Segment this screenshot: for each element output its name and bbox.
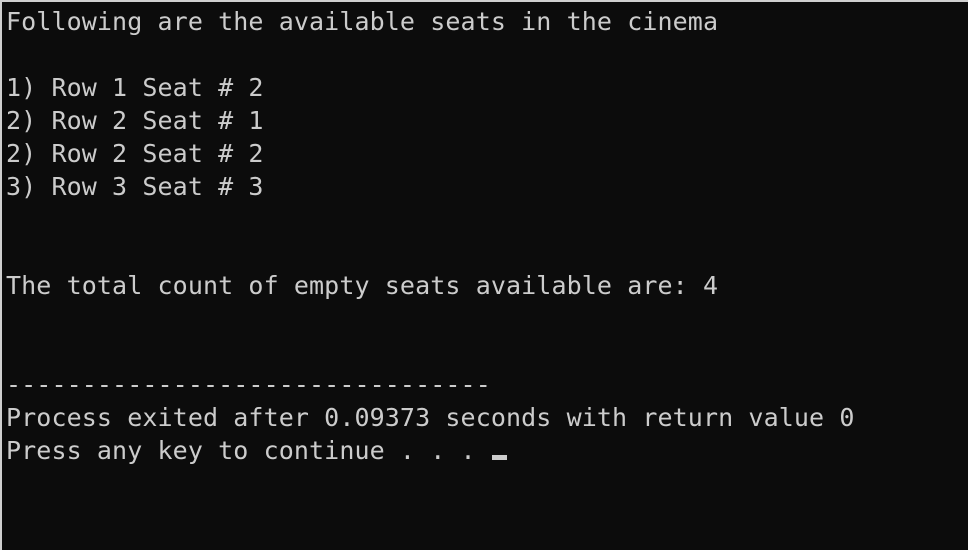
- total-count-line: The total count of empty seats available…: [6, 271, 719, 300]
- press-any-key-prompt: Press any key to continue . . .: [6, 436, 491, 465]
- seat-line: 1) Row 1 Seat # 2: [6, 73, 264, 102]
- process-exit-line: Process exited after 0.09373 seconds wit…: [6, 403, 855, 432]
- console-window[interactable]: Following are the available seats in the…: [0, 0, 968, 550]
- separator-line: --------------------------------: [6, 370, 491, 399]
- text-cursor: [491, 455, 507, 460]
- seat-line: 2) Row 2 Seat # 2: [6, 139, 264, 168]
- heading-line: Following are the available seats in the…: [6, 7, 719, 36]
- seat-line: 3) Row 3 Seat # 3: [6, 172, 264, 201]
- seat-line: 2) Row 2 Seat # 1: [6, 106, 264, 135]
- prompt-line-wrapper: Press any key to continue . . .: [6, 434, 507, 467]
